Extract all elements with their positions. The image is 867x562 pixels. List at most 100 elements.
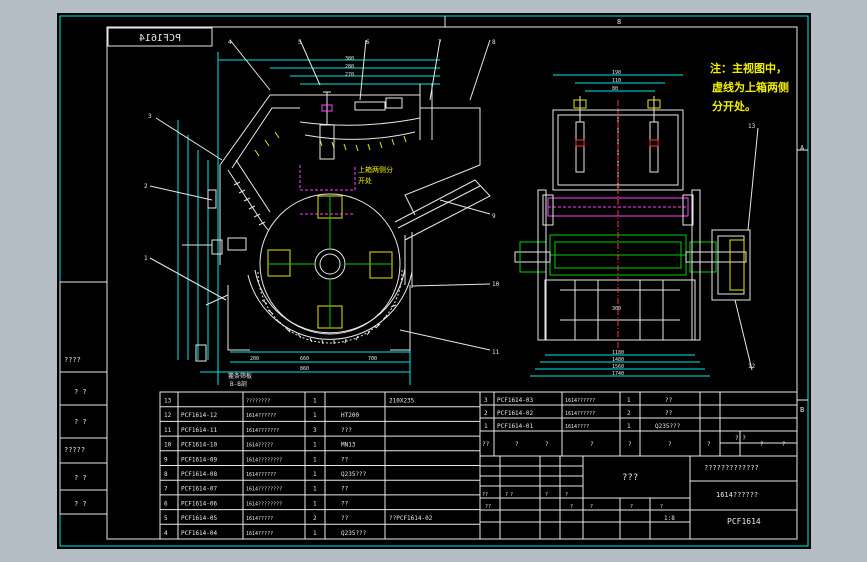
bom-left-qty: 1: [313, 530, 317, 537]
bom-left-code: PCF1614-12: [181, 412, 218, 419]
bom-left-no: 9: [164, 456, 168, 463]
bom-left-mat: HT200: [341, 412, 359, 419]
code-box-text: PCF1614: [139, 33, 181, 44]
bom-left-code: PCF1614-04: [181, 530, 218, 537]
title-small: ?: [545, 492, 548, 498]
title-company: ?????????????: [704, 464, 759, 472]
side-label: ????: [64, 356, 81, 364]
bom-left-mat: Q235???: [341, 471, 367, 478]
dim-label: 700: [368, 356, 377, 362]
bom-right-name: 1614??????: [565, 398, 595, 404]
bom-right-no: 2: [484, 410, 488, 417]
bom-left-code: PCF1614-06: [181, 500, 218, 507]
bom-left-qty: 1: [313, 456, 317, 463]
bom-left-qty: 2: [313, 515, 317, 522]
callout-5[interactable]: 5: [298, 39, 302, 46]
dim-label: 1180: [612, 350, 624, 356]
title-scale: 1:8: [664, 515, 675, 522]
callout-2[interactable]: 2: [144, 183, 148, 190]
bom-right-qty: 1: [627, 397, 631, 404]
side-label: ? ?: [74, 500, 87, 508]
title-small: ?: [630, 504, 633, 510]
dim-label: 110: [612, 78, 621, 84]
title-small: ?: [510, 492, 513, 498]
label-upper-split-2: 开处: [358, 176, 372, 185]
bom-header: ??: [482, 441, 490, 448]
bom-left-no: 13: [164, 398, 172, 405]
dim-label: 860: [300, 366, 309, 372]
dim-label: 200: [250, 356, 259, 362]
note-line-3: 分开处。: [712, 99, 756, 113]
callout-12[interactable]: 12: [748, 363, 756, 370]
bom-left-no: 12: [164, 412, 172, 419]
bom-left-name: 1614???????: [246, 428, 279, 434]
bom-header: ?: [590, 441, 594, 448]
bom-right-code: PCF1614-02: [497, 410, 534, 417]
bom-left-no: 10: [164, 442, 172, 449]
border-mark: 8: [617, 18, 621, 26]
callout-9[interactable]: 9: [492, 213, 496, 220]
cad-viewport[interactable]: 8 A B ???? ? ? ? ? ????? ? ? ? ? PCF1614: [0, 0, 867, 562]
side-label: ? ?: [74, 474, 87, 482]
bom-left-mat: ??: [341, 500, 349, 507]
dim-label: 380: [345, 56, 354, 62]
callout-11[interactable]: 11: [492, 349, 500, 356]
bom-left-no: 11: [164, 427, 172, 434]
dim-label: 1480: [612, 357, 624, 363]
bom-left-mat: ??: [341, 486, 349, 493]
bom-left-code: PCF1614-08: [181, 471, 218, 478]
dim-label: 270: [345, 72, 354, 78]
cad-drawing[interactable]: 8 A B ???? ? ? ? ? ????? ? ? ? ? PCF1614: [0, 0, 867, 562]
bom-right-no: 3: [484, 397, 488, 404]
callout-3[interactable]: 3: [148, 113, 152, 120]
bom-left-no: 8: [164, 471, 168, 478]
title-small: ?: [590, 504, 593, 510]
callout-7[interactable]: 7: [438, 39, 442, 46]
dim-label: 1740: [612, 371, 624, 377]
drawing-background: [57, 13, 811, 549]
bom-left-name: 1614??????: [246, 472, 276, 478]
bom-left-mat: MN13: [341, 442, 356, 449]
bom-right-qty: 1: [627, 423, 631, 430]
note-line-1: 注：主视图中，: [710, 61, 787, 75]
dim-label: 280: [345, 64, 354, 70]
title-small: ?: [570, 504, 573, 510]
bom-left-qty: 3: [313, 427, 317, 434]
side-label: ? ?: [74, 418, 87, 426]
bom-left-name: 1614?????: [246, 443, 273, 449]
bom-right-no: 1: [484, 423, 488, 430]
label-bottom-grid: 篦条筛板: [228, 372, 252, 380]
bom-right-code: PCF1614-03: [497, 397, 534, 404]
callout-6[interactable]: 6: [366, 39, 370, 46]
callout-8[interactable]: 8: [492, 39, 496, 46]
bom-left-note: 210X235: [389, 398, 415, 405]
title-center: ???: [622, 473, 638, 483]
bom-header: ?: [545, 441, 549, 448]
side-label: ? ?: [74, 388, 87, 396]
title-drawing-no: PCF1614: [727, 517, 761, 526]
title-small: ??: [485, 504, 491, 510]
bom-left-name: 1614????????: [246, 487, 282, 493]
bom-left-qty: 1: [313, 398, 317, 405]
bom-left-code: PCF1614-11: [181, 427, 218, 434]
dim-label: 80: [612, 86, 618, 92]
title-small: ?: [565, 492, 568, 498]
bom-header: ? ?: [735, 435, 746, 442]
bom-left-qty: 1: [313, 442, 317, 449]
bom-left-qty: 1: [313, 500, 317, 507]
callout-1[interactable]: 1: [144, 255, 148, 262]
bom-header: ?: [515, 441, 519, 448]
bom-left-mat: ??: [341, 515, 349, 522]
bom-left-mat: ???: [341, 427, 352, 434]
bom-right-mat: ??: [665, 410, 673, 417]
bom-left-qty: 1: [313, 412, 317, 419]
border-letter-b: B: [800, 406, 804, 414]
bom-header: ?: [782, 441, 786, 448]
side-label: ?????: [64, 446, 85, 454]
callout-13[interactable]: 13: [748, 123, 756, 130]
callout-4[interactable]: 4: [228, 39, 232, 46]
callout-10[interactable]: 10: [492, 281, 500, 288]
bom-left-name: 1614????????: [246, 501, 282, 507]
bom-right-mat: ??: [665, 397, 673, 404]
bom-left-code: PCF1614-09: [181, 456, 218, 463]
